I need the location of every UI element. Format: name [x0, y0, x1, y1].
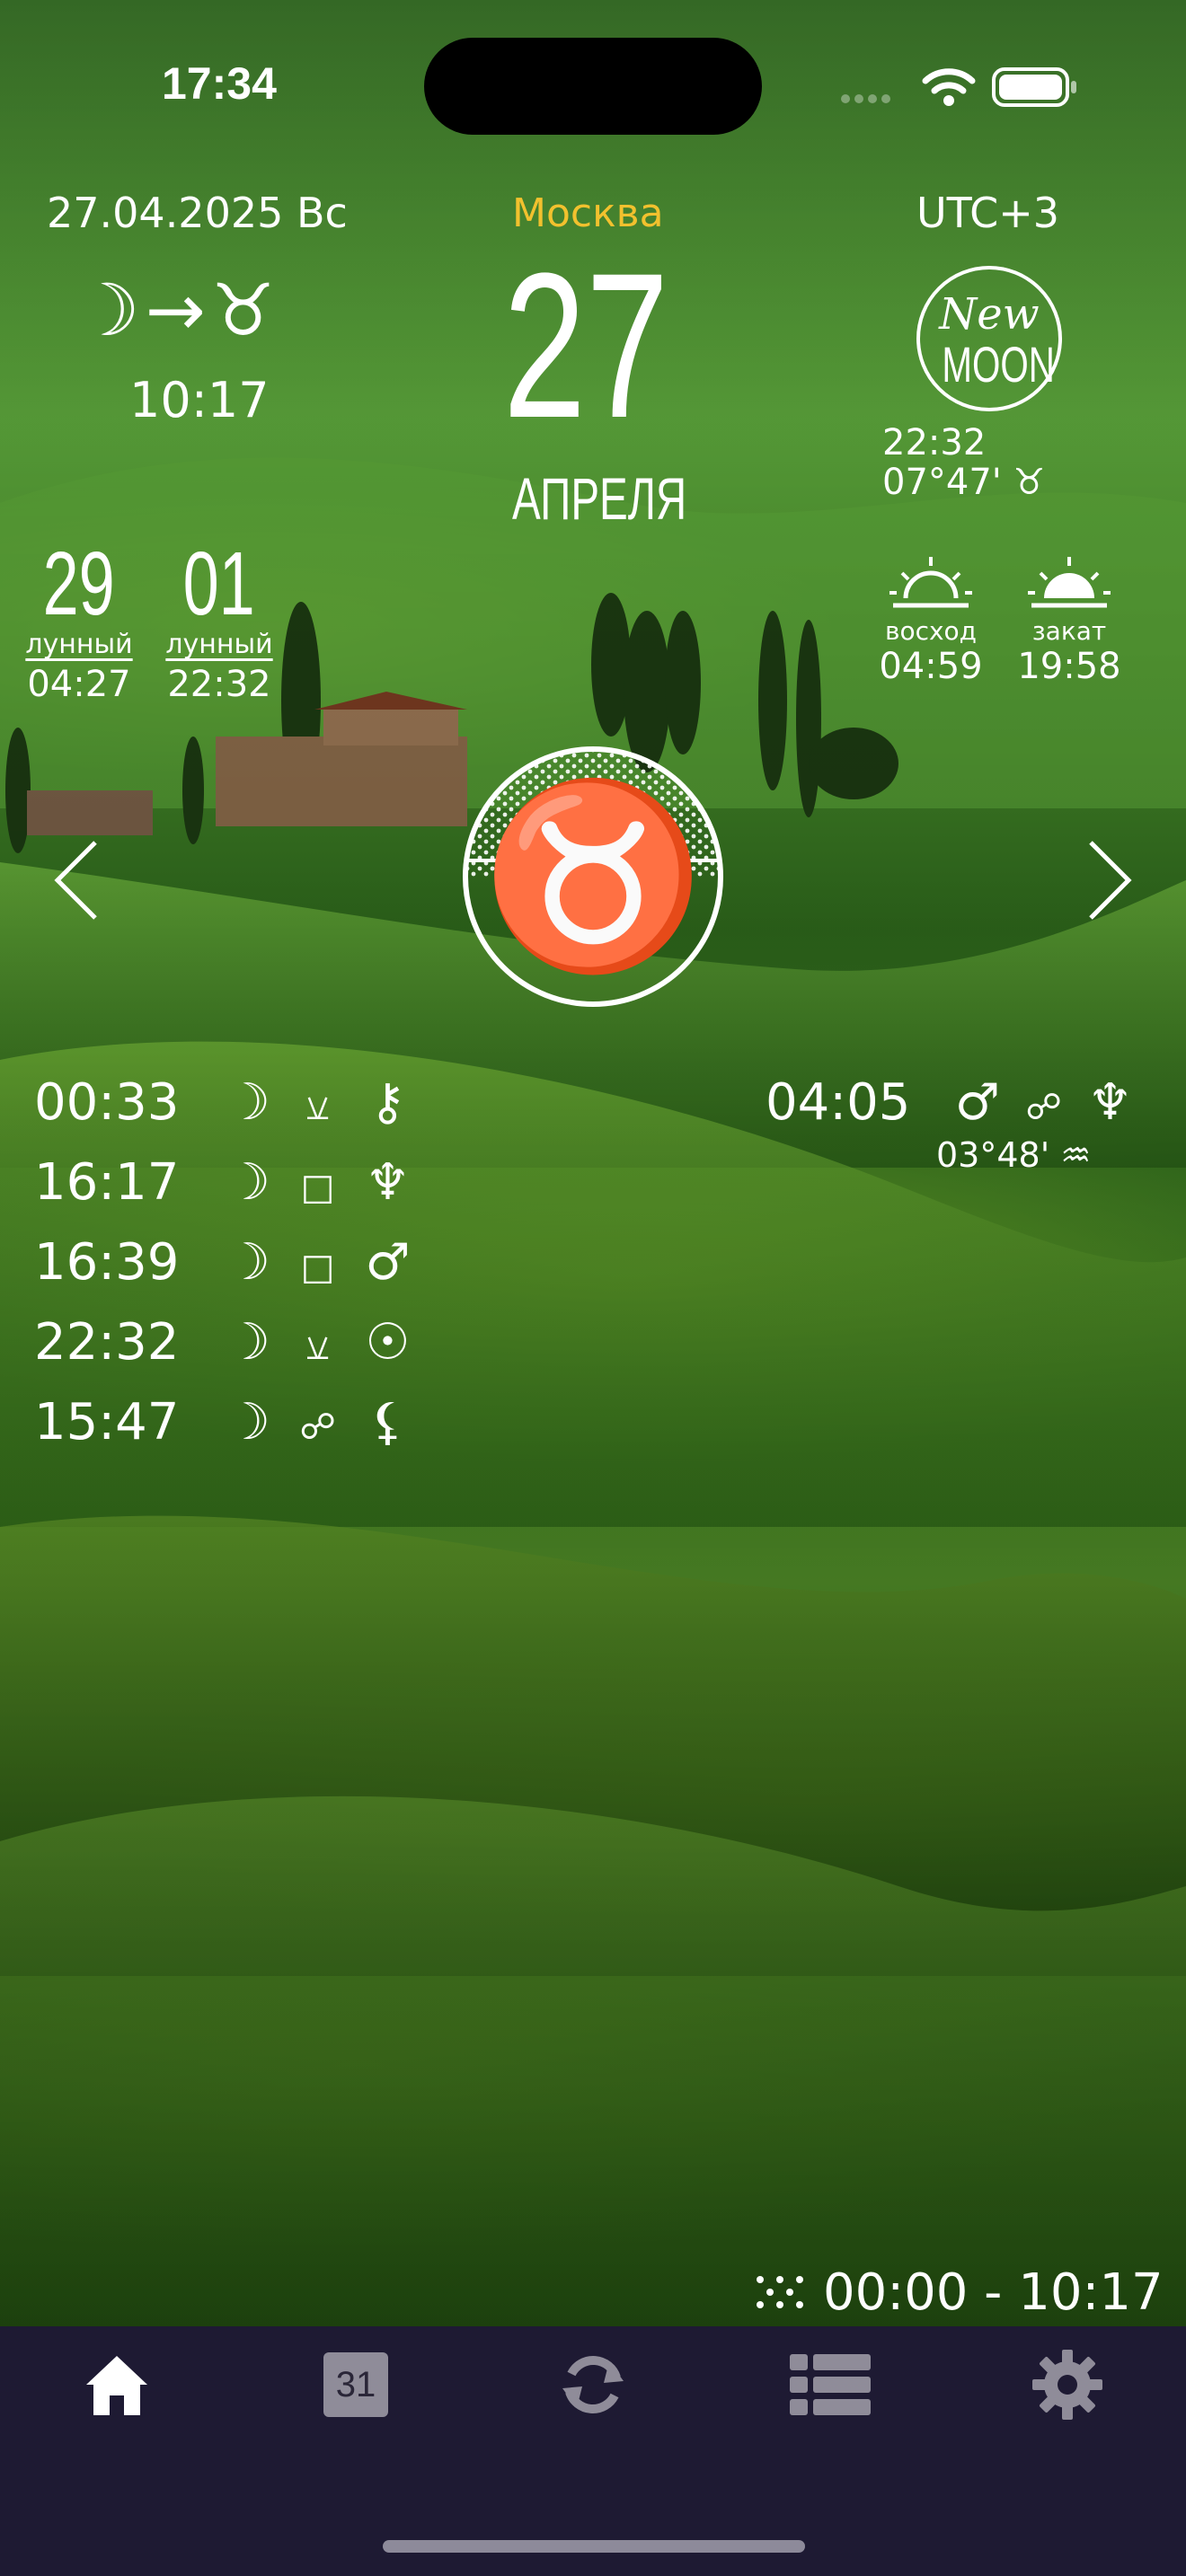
gear-icon [1032, 2350, 1102, 2420]
lunar-day-time: 04:27 [27, 664, 131, 705]
lunar-day-2: 01 лунный 22:32 [165, 539, 273, 705]
void-course-range: 00:00 - 10:17 [823, 2263, 1164, 2322]
planet-glyph: ☽ [225, 1393, 270, 1451]
planet-glyph: ☽ [225, 1073, 270, 1132]
aspect-glyph: □ [300, 1167, 335, 1208]
planet-glyph: ♆ [1087, 1073, 1133, 1132]
aspect-row: 00:33 ☽ ⚺ ⚷ [34, 1065, 414, 1145]
tab-sync[interactable] [539, 2335, 647, 2434]
planet-glyph: ♂ [954, 1073, 1000, 1132]
day-number: 27 [503, 230, 669, 461]
sunset-label: закат [1031, 616, 1107, 646]
aspect-row: 22:32 ☽ ⚺ ☉ [34, 1305, 414, 1385]
sunrise: восход 04:59 [877, 551, 985, 687]
status-time: 17:34 [162, 58, 277, 109]
planet-aspect-position: 03°48' ♒ [936, 1135, 1092, 1175]
aspect-time: 00:33 [34, 1073, 180, 1132]
aspect-row: 15:47 ☽ ☍ ⚸ [34, 1385, 414, 1465]
aspect-time: 15:47 [34, 1393, 180, 1451]
sunset-icon [1028, 557, 1111, 608]
planet-glyph: ☽ [225, 1153, 270, 1212]
new-moon-badge: New MOON [916, 266, 1062, 411]
planet-glyph: ☽ [225, 1313, 270, 1372]
sunset: закат 19:58 [1015, 551, 1123, 687]
planet-aspect-row: 04:05 ♂ ☍ ♆ [766, 1065, 1135, 1145]
chevron-left-icon [54, 841, 97, 920]
sunset-time: 19:58 [1017, 646, 1121, 687]
sync-icon [562, 2355, 624, 2414]
lunar-day-1: 29 лунный 04:27 [25, 539, 133, 705]
lunar-day-number: 29 [42, 534, 116, 634]
calendar-icon: 31 [323, 2352, 388, 2417]
planet-glyph: ☽ [225, 1233, 270, 1292]
aspect-time: 16:39 [34, 1233, 180, 1292]
arrow-glyph: → [145, 269, 206, 352]
zodiac-glyph: ♉ [481, 772, 705, 981]
new-moon-time: 22:32 [882, 422, 987, 463]
tab-home[interactable] [63, 2335, 171, 2434]
new-moon-line2: MOON [942, 336, 1055, 393]
sunrise-time: 04:59 [879, 646, 983, 687]
date-label: 27.04.2025 Вс [47, 189, 348, 237]
new-moon-position: 07°47' ♉ [882, 462, 1046, 503]
aspect-glyph: ⚺ [305, 1327, 330, 1368]
planet-glyph: ☉ [365, 1313, 411, 1372]
moon-ingress: ☽→♉ [75, 266, 275, 356]
list-icon [790, 2354, 871, 2415]
battery-icon [992, 66, 1078, 108]
chevron-right-icon [1089, 841, 1132, 920]
aspect-time: 04:05 [766, 1073, 911, 1132]
sunrise-icon [890, 557, 972, 608]
dynamic-island [424, 38, 762, 135]
tab-list[interactable] [776, 2335, 884, 2434]
prev-day-button[interactable] [45, 835, 108, 925]
aspects-list: 00:33 ☽ ⚺ ⚷ 16:17 ☽ □ ♆ 16:39 ☽ □ ♂ 22:3… [34, 1065, 414, 1465]
planet-glyph: ⚸ [368, 1393, 406, 1451]
month-label: АПРЕЛЯ [512, 465, 687, 532]
aspect-row: 16:39 ☽ □ ♂ [34, 1225, 414, 1305]
planet-glyph: ♆ [365, 1153, 411, 1212]
home-indicator [383, 2540, 805, 2553]
signal-icon [840, 81, 892, 104]
aspect-glyph: □ [300, 1247, 335, 1288]
aspect-time: 22:32 [34, 1313, 180, 1372]
moon-ingress-time: 10:17 [129, 372, 270, 428]
next-day-button[interactable] [1078, 835, 1141, 925]
lunar-day-time: 22:32 [167, 664, 271, 705]
moon-glyph: ☽ [75, 269, 140, 352]
aspect-row: 16:17 ☽ □ ♆ [34, 1145, 414, 1225]
lunar-day-number: 01 [182, 534, 256, 634]
planet-glyph: ⚷ [368, 1073, 406, 1132]
wifi-icon [922, 66, 976, 108]
calendar-icon-label: 31 [335, 2364, 376, 2404]
tab-calendar[interactable]: 31 [302, 2335, 410, 2434]
new-moon-line1: New [939, 289, 1040, 340]
planet-glyph: ♂ [365, 1233, 411, 1292]
aspect-glyph: ⚺ [305, 1087, 330, 1128]
zodiac-moon-phase[interactable]: ♉ [458, 742, 728, 1011]
aspect-glyph: ☍ [299, 1407, 336, 1448]
sunrise-label: восход [884, 616, 978, 646]
tab-settings[interactable] [1013, 2335, 1121, 2434]
dots-icon [753, 2272, 807, 2312]
taurus-glyph: ♉ [210, 269, 276, 352]
timezone-label: UTC+3 [916, 189, 1060, 237]
aspect-time: 16:17 [34, 1153, 180, 1212]
home-icon [86, 2356, 147, 2415]
aspect-glyph: ☍ [1025, 1087, 1062, 1128]
